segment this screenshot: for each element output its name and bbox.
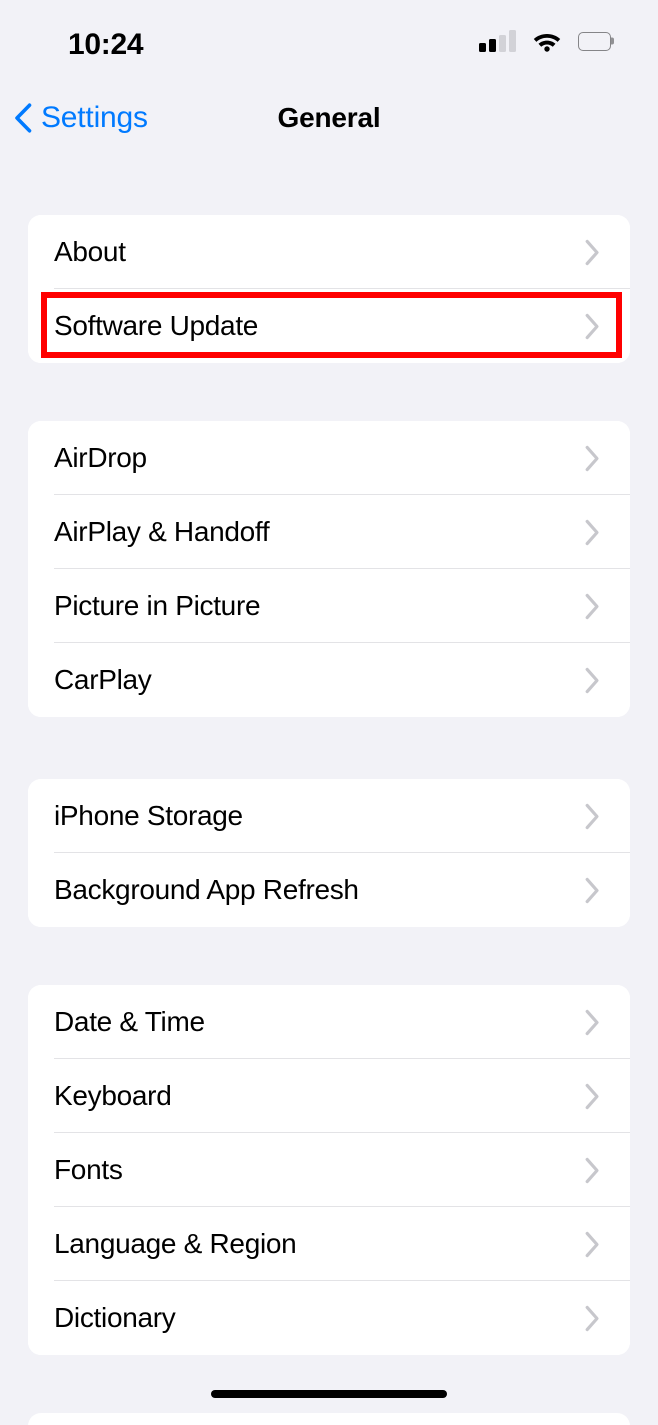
settings-row-airplay-handoff[interactable]: AirPlay & Handoff (28, 495, 630, 569)
cellular-bar-2 (489, 39, 496, 52)
settings-row-dictionary[interactable]: Dictionary (28, 1281, 630, 1355)
status-bar-icons (479, 28, 614, 54)
chevron-right-icon (585, 667, 599, 693)
iphone-settings-general-screen: 10:24 Settings General About Software Up… (0, 0, 658, 1425)
chevron-right-icon (585, 1083, 599, 1109)
settings-row-fonts[interactable]: Fonts (28, 1133, 630, 1207)
settings-row-label: Dictionary (54, 1302, 176, 1333)
settings-group-locale: Date & Time Keyboard Fonts Language & Re… (28, 985, 630, 1355)
page-title: General (277, 102, 381, 133)
settings-row-iphone-storage[interactable]: iPhone Storage (28, 779, 630, 853)
status-bar: 10:24 (0, 0, 658, 76)
battery-icon (578, 31, 614, 51)
wifi-icon (533, 33, 561, 52)
settings-row-label: Picture in Picture (54, 590, 261, 621)
chevron-right-icon (585, 803, 599, 829)
settings-group-connectivity: AirDrop AirPlay & Handoff Picture in Pic… (28, 421, 630, 717)
cellular-bar-1 (479, 43, 486, 52)
settings-row-label: Software Update (54, 310, 259, 341)
cellular-bar-4 (509, 30, 516, 52)
settings-row-background-app-refresh[interactable]: Background App Refresh (28, 853, 630, 927)
settings-row-language-region[interactable]: Language & Region (28, 1207, 630, 1281)
settings-row-software-update[interactable]: Software Update (28, 289, 630, 363)
settings-row-label: Date & Time (54, 1006, 205, 1037)
settings-row-label: Fonts (54, 1154, 123, 1185)
chevron-right-icon (585, 593, 599, 619)
chevron-right-icon (585, 1157, 599, 1183)
settings-row-picture-in-picture[interactable]: Picture in Picture (28, 569, 630, 643)
home-indicator[interactable] (211, 1390, 447, 1398)
settings-row-carplay[interactable]: CarPlay (28, 643, 630, 717)
settings-row-label: CarPlay (54, 664, 152, 695)
settings-row-about[interactable]: About (28, 215, 630, 289)
settings-row-label: About (54, 236, 126, 267)
settings-row-keyboard[interactable]: Keyboard (28, 1059, 630, 1133)
settings-row-airdrop[interactable]: AirDrop (28, 421, 630, 495)
chevron-right-icon (585, 1231, 599, 1257)
navigation-bar: Settings General (0, 92, 658, 144)
settings-row-label: Keyboard (54, 1080, 172, 1111)
settings-row-label: Background App Refresh (54, 874, 359, 905)
cellular-signal-icon (479, 30, 516, 52)
settings-row-label: AirPlay & Handoff (54, 516, 270, 547)
status-bar-time: 10:24 (68, 28, 144, 61)
settings-row-date-time[interactable]: Date & Time (28, 985, 630, 1059)
chevron-right-icon (585, 519, 599, 545)
settings-group-storage: iPhone Storage Background App Refresh (28, 779, 630, 927)
cellular-bar-3 (499, 35, 506, 52)
chevron-right-icon (585, 877, 599, 903)
settings-group-partial-offscreen[interactable] (28, 1413, 630, 1425)
settings-row-label: AirDrop (54, 442, 147, 473)
settings-row-label: iPhone Storage (54, 800, 243, 831)
chevron-right-icon (585, 1305, 599, 1331)
battery-outline (578, 31, 611, 51)
battery-cap (611, 37, 614, 45)
chevron-right-icon (585, 239, 599, 265)
chevron-right-icon (585, 1009, 599, 1035)
chevron-right-icon (585, 445, 599, 471)
chevron-right-icon (585, 313, 599, 339)
settings-group-system: About Software Update (28, 215, 630, 363)
settings-row-label: Language & Region (54, 1228, 297, 1259)
